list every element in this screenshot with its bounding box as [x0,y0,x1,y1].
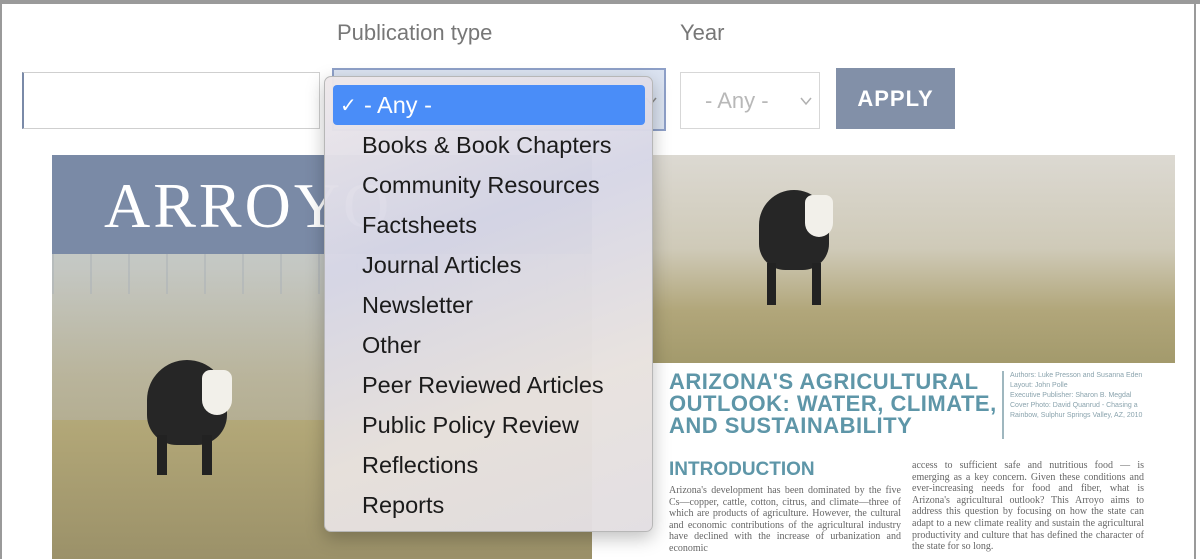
cow-leg [157,435,167,475]
cow-leg [812,263,821,305]
dropdown-item-other[interactable]: Other [333,325,645,365]
checkmark-icon: ✓ [340,94,357,117]
intro-heading: INTRODUCTION [669,459,815,480]
dropdown-item-label: - Any - [364,91,432,118]
dropdown-item-newsletter[interactable]: Newsletter [333,285,645,325]
dropdown-item-community-resources[interactable]: Community Resources [333,165,645,205]
dropdown-item-any[interactable]: ✓ - Any - [333,85,645,125]
year-select[interactable]: - Any - [680,72,820,129]
credit-line: Layout: John Polle [1010,382,1068,389]
top-border [0,0,1200,4]
dropdown-item-reflections[interactable]: Reflections [333,445,645,485]
article-photo [652,155,1175,363]
year-label: Year [680,20,725,45]
article-body-left: Arizona's development has been dominated… [669,485,901,554]
dropdown-item-journal-articles[interactable]: Journal Articles [333,245,645,285]
dropdown-item-public-policy-review[interactable]: Public Policy Review [333,405,645,445]
credit-line: Rainbow, Sulphur Springs Valley, AZ, 201… [1010,412,1143,419]
article-page: ARIZONA'S AGRICULTURAL OUTLOOK: WATER, C… [652,155,1175,559]
credit-line: Authors: Luke Presson and Susanna Eden [1010,372,1143,379]
credit-line: Cover Photo: David Quanrud - Chasing a [1010,402,1138,409]
cow-leg [202,435,212,475]
publication-type-dropdown[interactable]: ✓ - Any - Books & Book Chapters Communit… [324,76,653,532]
year-select-value: - Any - [705,88,769,113]
dropdown-item-factsheets[interactable]: Factsheets [333,205,645,245]
dropdown-item-books[interactable]: Books & Book Chapters [333,125,645,165]
dropdown-item-peer-reviewed[interactable]: Peer Reviewed Articles [333,365,645,405]
article-title: ARIZONA'S AGRICULTURAL OUTLOOK: WATER, C… [669,369,997,438]
cow-face [202,370,232,415]
cow-face [805,195,833,237]
search-input[interactable] [22,72,320,129]
apply-button[interactable]: APPLY [836,68,955,129]
credit-line: Executive Publisher: Sharon B. Megdal [1010,392,1132,399]
chevron-down-icon [800,97,812,106]
cow-leg [767,263,776,305]
article-body-right: access to sufficient safe and nutritious… [912,460,1144,553]
article-credits: Authors: Luke Presson and Susanna Eden L… [1002,371,1175,439]
dropdown-item-reports[interactable]: Reports [333,485,645,525]
publication-type-label: Publication type [337,20,493,45]
